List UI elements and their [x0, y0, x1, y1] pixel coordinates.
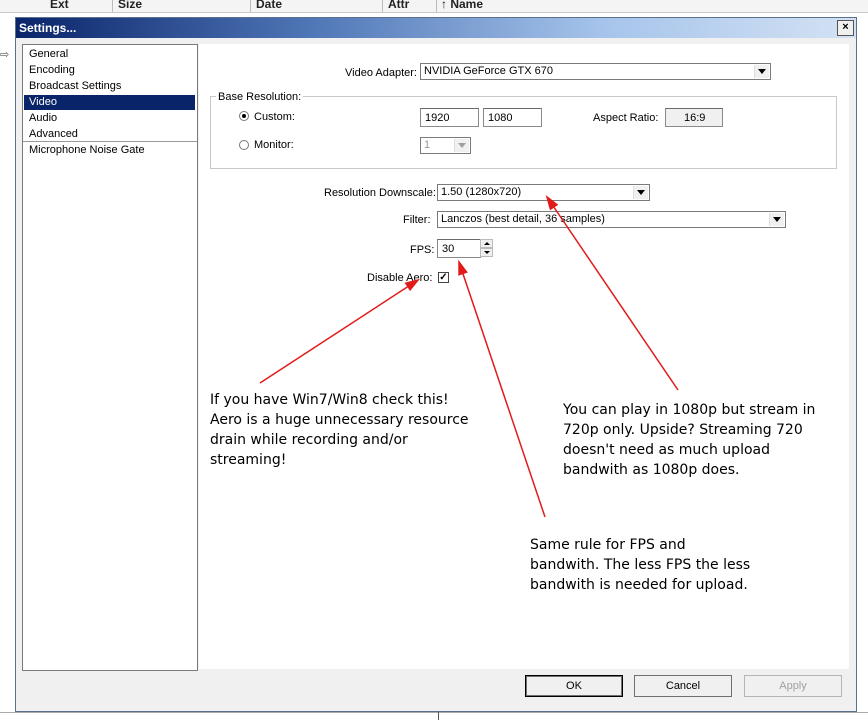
- column-separator[interactable]: [382, 0, 383, 12]
- column-ext[interactable]: Ext: [50, 0, 69, 11]
- filter-value: Lanczos (best detail, 36 samples): [441, 213, 605, 225]
- resolution-annotation-note: You can play in 1080p but stream in 720p…: [563, 402, 816, 478]
- custom-resolution-label: Custom:: [254, 111, 295, 123]
- resolution-height-input[interactable]: 1080: [483, 108, 542, 127]
- chevron-down-icon: [769, 213, 784, 226]
- monitor-resolution-label: Monitor:: [254, 139, 294, 151]
- resolution-width-value: 1920: [425, 112, 450, 124]
- background-pointer-icon: ⇨: [0, 49, 10, 61]
- category-microphone-noise-gate[interactable]: Microphone Noise Gate: [24, 143, 195, 158]
- fps-stepper[interactable]: [480, 239, 494, 258]
- column-separator[interactable]: [112, 0, 113, 12]
- category-encoding[interactable]: Encoding: [24, 63, 195, 78]
- disable-aero-label: Disable Aero:: [367, 272, 433, 284]
- category-broadcast-settings[interactable]: Broadcast Settings: [24, 79, 195, 94]
- column-attr[interactable]: Attr: [388, 0, 409, 11]
- apply-button[interactable]: Apply: [744, 675, 842, 697]
- checkmark-icon: ✓: [439, 272, 448, 283]
- filter-label: Filter:: [403, 214, 431, 226]
- stepper-down-icon[interactable]: [480, 248, 493, 257]
- category-divider: [23, 141, 197, 142]
- aspect-ratio-label: Aspect Ratio:: [593, 112, 659, 124]
- settings-category-list: General Encoding Broadcast Settings Vide…: [22, 44, 198, 671]
- sort-arrow-icon: ↑: [441, 0, 447, 11]
- fps-label: FPS:: [410, 244, 435, 256]
- category-audio[interactable]: Audio: [24, 111, 195, 126]
- fps-input[interactable]: 30: [437, 239, 481, 258]
- custom-resolution-radio[interactable]: [239, 111, 249, 121]
- aspect-ratio-value: 16:9: [684, 112, 706, 124]
- aspect-ratio-display: 16:9: [665, 108, 723, 127]
- monitor-resolution-radio[interactable]: [239, 140, 249, 150]
- disable-aero-checkbox[interactable]: ✓: [438, 272, 449, 283]
- column-size[interactable]: Size: [118, 0, 142, 11]
- stepper-up-icon[interactable]: [480, 239, 493, 248]
- video-adapter-label: Video Adapter:: [345, 67, 417, 79]
- background-file-list-header: Ext Size Date Attr ↑ Name: [0, 0, 868, 13]
- aero-annotation-note: If you have Win7/Win8 check this! Aero i…: [210, 392, 469, 468]
- chevron-down-icon: [454, 139, 469, 152]
- column-name[interactable]: ↑ Name: [441, 0, 483, 11]
- category-video[interactable]: Video: [24, 95, 195, 110]
- video-adapter-value: NVIDIA GeForce GTX 670: [424, 65, 553, 77]
- resolution-height-value: 1080: [488, 112, 513, 124]
- settings-dialog: Settings... × General Encoding Broadcast…: [15, 17, 857, 712]
- video-settings-panel: Video Adapter: NVIDIA GeForce GTX 670 Ba…: [199, 44, 849, 669]
- close-button[interactable]: ×: [837, 20, 854, 36]
- column-separator[interactable]: [250, 0, 251, 12]
- column-date[interactable]: Date: [256, 0, 282, 11]
- resolution-width-input[interactable]: 1920: [420, 108, 479, 127]
- monitor-value: 1: [424, 139, 431, 151]
- column-separator[interactable]: [436, 0, 437, 12]
- close-icon: ×: [842, 21, 849, 33]
- fps-annotation-note: Same rule for FPS and bandwith. The less…: [530, 537, 751, 593]
- chevron-down-icon: [633, 186, 648, 199]
- dialog-title: Settings...: [19, 21, 77, 35]
- base-resolution-group: [210, 96, 837, 169]
- column-name-label: Name: [450, 0, 484, 11]
- category-advanced[interactable]: Advanced: [24, 127, 195, 142]
- resolution-downscale-value: 1.50 (1280x720): [441, 186, 522, 198]
- resolution-downscale-select[interactable]: 1.50 (1280x720): [437, 184, 650, 201]
- chevron-down-icon: [754, 65, 769, 78]
- monitor-select[interactable]: 1: [420, 137, 471, 154]
- resolution-downscale-label: Resolution Downscale:: [324, 187, 436, 199]
- filter-select[interactable]: Lanczos (best detail, 36 samples): [437, 211, 786, 228]
- base-resolution-label: Base Resolution:: [216, 91, 304, 103]
- fps-value: 30: [442, 243, 455, 255]
- cancel-button[interactable]: Cancel: [634, 675, 732, 697]
- category-general[interactable]: General: [24, 47, 195, 62]
- title-bar[interactable]: Settings... ×: [16, 18, 856, 38]
- ok-button[interactable]: OK: [525, 675, 623, 697]
- background-divider: [0, 712, 868, 713]
- video-adapter-select[interactable]: NVIDIA GeForce GTX 670: [420, 63, 771, 80]
